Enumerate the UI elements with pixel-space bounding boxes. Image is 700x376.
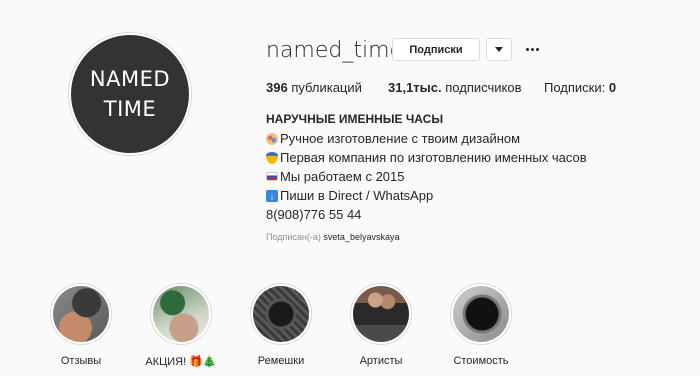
profile-avatar[interactable]: NAMED TIME — [68, 32, 192, 156]
highlight-cover — [453, 286, 509, 342]
followed-prefix: Подписан(-а) — [266, 232, 321, 242]
following-stat[interactable]: Подписки: 0 — [544, 80, 616, 95]
highlight-cover — [53, 286, 109, 342]
followers-label: подписчиков — [445, 80, 522, 95]
bio-line-4: ↓ Пиши в Direct / WhatsApp — [266, 186, 666, 205]
highlight-price[interactable]: Стоимость — [441, 283, 521, 367]
followers-count: 31,1тыс. — [388, 80, 442, 95]
highlight-cover — [153, 286, 209, 342]
ellipsis-icon[interactable] — [522, 38, 542, 61]
russia-flag-icon — [266, 172, 278, 181]
following-button[interactable]: Подписки — [392, 38, 480, 61]
profile-username: named_time — [266, 38, 404, 63]
posts-label: публикаций — [291, 80, 362, 95]
followed-by-user[interactable]: sveta_belyavskaya — [323, 232, 399, 242]
highlight-label: Отзывы — [60, 355, 102, 367]
avatar-logo: NAMED TIME — [71, 35, 189, 153]
medal-icon — [266, 151, 278, 164]
highlight-cover — [353, 286, 409, 342]
posts-count: 396 — [266, 80, 288, 95]
bio-line-3: Мы работаем с 2015 — [266, 167, 666, 186]
highlight-label: АКЦИЯ! 🎁🎄 — [145, 356, 217, 368]
following-label: Подписки: — [544, 80, 606, 95]
following-count: 0 — [608, 80, 617, 95]
followed-by[interactable]: Подписан(-а) sveta_belyavskaya — [266, 232, 399, 242]
highlight-reviews[interactable]: Отзывы — [41, 283, 121, 367]
avatar-text-line2: TIME — [103, 97, 157, 121]
bio-phone: 8(908)776 55 44 — [266, 207, 362, 222]
palette-icon — [266, 132, 278, 145]
down-arrow-icon: ↓ — [266, 189, 278, 202]
followers-stat[interactable]: 31,1тыс. подписчиков — [388, 80, 521, 95]
bio-line-1: Ручное изготовление с твоим дизайном — [266, 129, 666, 148]
posts-stat: 396 публикаций — [266, 80, 362, 95]
profile-bio: НАРУЧНЫЕ ИМЕННЫЕ ЧАСЫ Ручное изготовлени… — [266, 110, 666, 224]
avatar-text-line1: NAMED — [89, 67, 171, 91]
suggestions-dropdown-button[interactable] — [486, 38, 512, 61]
bio-title: НАРУЧНЫЕ ИМЕННЫЕ ЧАСЫ — [266, 112, 444, 126]
highlight-label: Ремешки — [257, 355, 305, 367]
chevron-down-icon — [495, 47, 503, 52]
highlight-straps[interactable]: Ремешки — [241, 283, 321, 367]
highlight-promo[interactable]: АКЦИЯ! 🎁🎄 — [141, 283, 221, 368]
highlight-cover — [253, 286, 309, 342]
highlight-artists[interactable]: Артисты — [341, 283, 421, 367]
highlight-label: Артисты — [359, 355, 403, 367]
bio-line-2: Первая компания по изготовлению именных … — [266, 148, 666, 167]
highlight-label: Стоимость — [453, 355, 509, 367]
